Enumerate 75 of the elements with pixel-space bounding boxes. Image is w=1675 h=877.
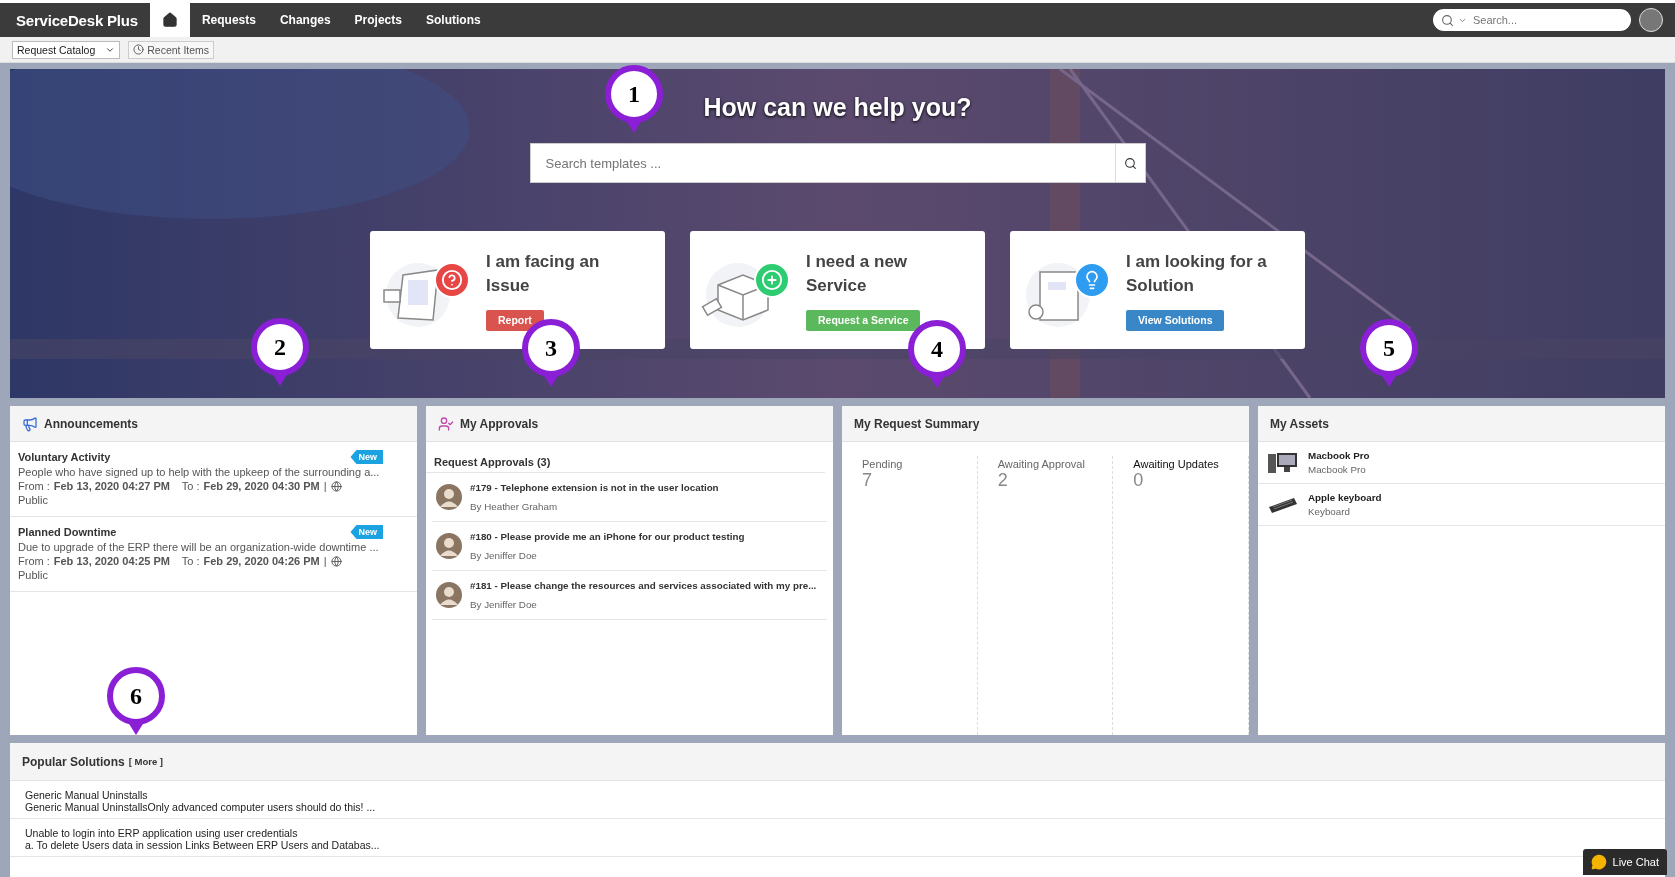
nav-tab[interactable]: Changes — [267, 3, 343, 37]
new-badge: New — [350, 450, 383, 464]
user-avatar[interactable] — [1639, 8, 1663, 32]
from-label: From : — [18, 480, 50, 492]
status-label[interactable]: Awaiting Updates — [1133, 458, 1228, 470]
nav-tab[interactable]: Requests — [189, 3, 268, 37]
logo: ServiceDesk Plus — [15, 10, 139, 31]
panel-title: My Request Summary — [854, 416, 980, 431]
solution-text: Generic Manual UninstallsOnly advanced computer users should do this! ... — [25, 801, 377, 813]
search-field[interactable]: Search... — [1433, 9, 1631, 31]
megaphone-icon — [22, 415, 38, 432]
panel-title: Popular Solutions — [22, 754, 125, 769]
nav-tab[interactable]: Solutions — [413, 3, 493, 37]
visibility: Public — [18, 494, 49, 506]
from-date: Feb 13, 2020 04:25 PM — [53, 555, 171, 567]
visibility: Public — [18, 569, 49, 581]
solution-title[interactable]: Generic Manual Uninstalls — [25, 789, 1650, 801]
panel-title: My Assets — [1270, 416, 1329, 431]
announcement-title[interactable]: Voluntary Activity — [18, 451, 111, 463]
chat-icon — [1590, 854, 1607, 870]
status-label[interactable]: Pending — [862, 458, 957, 470]
action-button[interactable]: Report — [486, 309, 544, 331]
search-icon — [1123, 156, 1137, 170]
more-link[interactable]: [ More ] — [128, 756, 163, 767]
separator: | — [323, 555, 327, 567]
asset-type: Macbook Pro — [1308, 464, 1366, 475]
from-label: From : — [18, 555, 50, 567]
clock-icon — [133, 44, 145, 55]
panel-title: My Approvals — [460, 416, 539, 431]
approval-title[interactable]: #181 - Please change the resources and services associated with my pre... — [470, 580, 817, 591]
hero-heading: How can we help you? — [703, 93, 972, 122]
new-badge: New — [350, 525, 383, 539]
asset-name[interactable]: Macbook Pro — [1308, 450, 1370, 461]
asset-type: Keyboard — [1308, 506, 1350, 517]
status-count: 7 — [862, 470, 873, 491]
announcement-text: Due to upgrade of the ERP there will be an organization-wide downtime ... — [18, 541, 380, 553]
card-title: I need a new Service — [806, 250, 909, 297]
requester-name: By Jeniffer Doe — [470, 550, 537, 561]
announcement-text: People who have signed up to help with the upkeep of the surrounding a... — [18, 466, 381, 478]
user-avatar — [436, 533, 462, 559]
requester-name: By Jeniffer Doe — [470, 599, 537, 610]
asset-name[interactable]: Apple keyboard — [1308, 492, 1382, 503]
computer-icon — [1268, 450, 1298, 475]
status-count: 0 — [1133, 470, 1145, 491]
to-label: To : — [181, 480, 200, 492]
status-label[interactable]: Awaiting Approval — [997, 458, 1093, 470]
live-chat-button[interactable]: Live Chat — [1582, 849, 1667, 875]
recent-items-button[interactable]: Recent Items — [128, 40, 215, 59]
panel-title: Announcements — [44, 416, 138, 431]
globe-icon — [330, 555, 342, 567]
user-check-icon — [438, 415, 454, 432]
section-title: Request Approvals (3) — [426, 442, 825, 473]
to-date: Feb 29, 2020 04:30 PM — [203, 480, 320, 492]
approval-title[interactable]: #179 - Telephone extension is not in the user location — [470, 482, 719, 493]
card-title: I am looking for a Solution — [1126, 250, 1268, 297]
card-title: I am facing an Issue — [486, 250, 601, 297]
home-tab[interactable] — [149, 3, 190, 37]
separator: | — [323, 480, 327, 492]
globe-icon — [330, 480, 342, 492]
to-label: To : — [181, 555, 200, 567]
user-avatar — [436, 582, 462, 608]
home-icon — [161, 12, 178, 28]
requester-name: By Heather Graham — [470, 501, 558, 512]
catalog-dropdown[interactable]: Request Catalog — [12, 40, 121, 59]
announcement-title[interactable]: Planned Downtime — [18, 526, 117, 538]
to-date: Feb 29, 2020 04:26 PM — [203, 555, 320, 567]
action-button[interactable]: View Solutions — [1126, 309, 1225, 331]
search-icon[interactable] — [1441, 13, 1454, 27]
from-date: Feb 13, 2020 04:27 PM — [53, 480, 171, 492]
nav-tab[interactable]: Projects — [342, 3, 414, 37]
status-count: 2 — [997, 470, 1009, 491]
user-avatar — [436, 484, 462, 510]
solution-title[interactable]: Unable to login into ERP application using user credentials — [25, 827, 1650, 839]
approval-title[interactable]: #180 - Please provide me an iPhone for our product testing — [470, 531, 745, 542]
solution-text: a. To delete Users data in session Links Between ERP Users and Databas... — [25, 839, 381, 851]
